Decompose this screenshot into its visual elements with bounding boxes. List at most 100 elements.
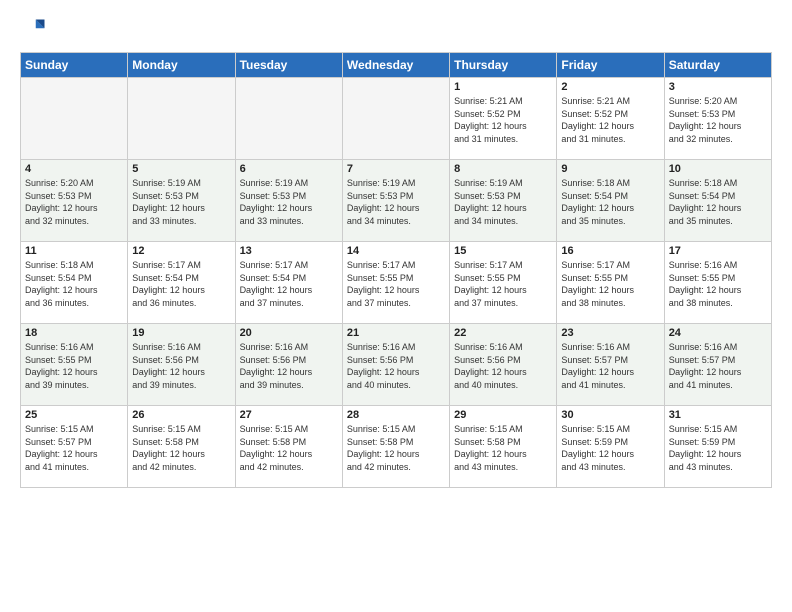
day-number: 12: [132, 245, 230, 257]
day-number: 24: [669, 327, 767, 339]
day-cell: 3 Sunrise: 5:20 AM Sunset: 5:53 PM Daylig…: [664, 78, 771, 160]
day-cell: 21 Sunrise: 5:16 AM Sunset: 5:56 PM Dayli…: [342, 324, 449, 406]
day-number: 1: [454, 81, 552, 93]
day-cell: 2Sunrise: 5:21 AM Sunset: 5:52 PM Daylig…: [557, 78, 664, 160]
day-cell: 9Sunrise: 5:18 AM Sunset: 5:54 PM Daylig…: [557, 160, 664, 242]
day-cell: 16 Sunrise: 5:17 AM Sunset: 5:55 PM Dayli…: [557, 242, 664, 324]
day-number: 22: [454, 327, 552, 339]
day-cell: 28Sunrise: 5:15 AM Sunset: 5:58 PM Dayli…: [342, 406, 449, 488]
day-cell: 14Sunrise: 5:17 AM Sunset: 5:55 PM Dayli…: [342, 242, 449, 324]
day-info: Sunrise: 5:17 AM Sunset: 5:55 PM Dayligh…: [561, 259, 659, 309]
day-cell: 23 Sunrise: 5:16 AM Sunset: 5:57 PM Dayli…: [557, 324, 664, 406]
day-cell: 24 Sunrise: 5:16 AM Sunset: 5:57 PM Dayli…: [664, 324, 771, 406]
day-number: 15: [454, 245, 552, 257]
col-header-saturday: Saturday: [664, 53, 771, 78]
day-number: 25: [25, 409, 123, 421]
day-info: Sunrise: 5:15 AM Sunset: 5:58 PM Dayligh…: [240, 423, 338, 473]
day-info: Sunrise: 5:20 AM Sunset: 5:53 PM Dayligh…: [669, 95, 767, 145]
day-info: Sunrise: 5:19 AM Sunset: 5:53 PM Dayligh…: [132, 177, 230, 227]
day-info: Sunrise: 5:16 AM Sunset: 5:57 PM Dayligh…: [561, 341, 659, 391]
day-number: 19: [132, 327, 230, 339]
day-info: Sunrise: 5:19 AM Sunset: 5:53 PM Dayligh…: [347, 177, 445, 227]
logo: [20, 16, 52, 44]
day-info: Sunrise: 5:18 AM Sunset: 5:54 PM Dayligh…: [25, 259, 123, 309]
day-cell: 19 Sunrise: 5:16 AM Sunset: 5:56 PM Dayli…: [128, 324, 235, 406]
day-number: 16: [561, 245, 659, 257]
day-number: 26: [132, 409, 230, 421]
day-cell: 25Sunrise: 5:15 AM Sunset: 5:57 PM Dayli…: [21, 406, 128, 488]
day-number: 6: [240, 163, 338, 175]
day-info: Sunrise: 5:21 AM Sunset: 5:52 PM Dayligh…: [454, 95, 552, 145]
day-number: 23: [561, 327, 659, 339]
week-row-4: 18 Sunrise: 5:16 AM Sunset: 5:55 PM Dayli…: [21, 324, 772, 406]
day-cell: 7 Sunrise: 5:19 AM Sunset: 5:53 PM Daylig…: [342, 160, 449, 242]
day-cell: 17Sunrise: 5:16 AM Sunset: 5:55 PM Dayli…: [664, 242, 771, 324]
day-info: Sunrise: 5:20 AM Sunset: 5:53 PM Dayligh…: [25, 177, 123, 227]
day-cell: 8 Sunrise: 5:19 AM Sunset: 5:53 PM Daylig…: [450, 160, 557, 242]
day-cell: 18 Sunrise: 5:16 AM Sunset: 5:55 PM Dayli…: [21, 324, 128, 406]
day-number: 21: [347, 327, 445, 339]
day-number: 14: [347, 245, 445, 257]
day-number: 29: [454, 409, 552, 421]
day-number: 3: [669, 81, 767, 93]
day-info: Sunrise: 5:16 AM Sunset: 5:56 PM Dayligh…: [347, 341, 445, 391]
day-cell: 6 Sunrise: 5:19 AM Sunset: 5:53 PM Daylig…: [235, 160, 342, 242]
day-cell: [235, 78, 342, 160]
day-number: 11: [25, 245, 123, 257]
day-number: 7: [347, 163, 445, 175]
day-info: Sunrise: 5:16 AM Sunset: 5:57 PM Dayligh…: [669, 341, 767, 391]
day-number: 27: [240, 409, 338, 421]
day-info: Sunrise: 5:15 AM Sunset: 5:59 PM Dayligh…: [669, 423, 767, 473]
day-info: Sunrise: 5:15 AM Sunset: 5:58 PM Dayligh…: [132, 423, 230, 473]
header: [20, 16, 772, 44]
day-cell: 29 Sunrise: 5:15 AM Sunset: 5:58 PM Dayli…: [450, 406, 557, 488]
day-number: 10: [669, 163, 767, 175]
col-header-wednesday: Wednesday: [342, 53, 449, 78]
day-cell: [21, 78, 128, 160]
day-info: Sunrise: 5:18 AM Sunset: 5:54 PM Dayligh…: [561, 177, 659, 227]
day-cell: 13 Sunrise: 5:17 AM Sunset: 5:54 PM Dayli…: [235, 242, 342, 324]
col-header-sunday: Sunday: [21, 53, 128, 78]
day-number: 13: [240, 245, 338, 257]
day-number: 5: [132, 163, 230, 175]
day-cell: 30 Sunrise: 5:15 AM Sunset: 5:59 PM Dayli…: [557, 406, 664, 488]
week-row-5: 25Sunrise: 5:15 AM Sunset: 5:57 PM Dayli…: [21, 406, 772, 488]
day-cell: 12Sunrise: 5:17 AM Sunset: 5:54 PM Dayli…: [128, 242, 235, 324]
logo-icon: [20, 16, 48, 44]
page: SundayMondayTuesdayWednesdayThursdayFrid…: [0, 0, 792, 612]
day-cell: [342, 78, 449, 160]
day-cell: [128, 78, 235, 160]
day-info: Sunrise: 5:17 AM Sunset: 5:55 PM Dayligh…: [454, 259, 552, 309]
header-row: SundayMondayTuesdayWednesdayThursdayFrid…: [21, 53, 772, 78]
day-cell: 27 Sunrise: 5:15 AM Sunset: 5:58 PM Dayli…: [235, 406, 342, 488]
day-number: 31: [669, 409, 767, 421]
day-number: 20: [240, 327, 338, 339]
day-cell: 11 Sunrise: 5:18 AM Sunset: 5:54 PM Dayli…: [21, 242, 128, 324]
day-cell: 15 Sunrise: 5:17 AM Sunset: 5:55 PM Dayli…: [450, 242, 557, 324]
day-info: Sunrise: 5:19 AM Sunset: 5:53 PM Dayligh…: [240, 177, 338, 227]
day-cell: 10Sunrise: 5:18 AM Sunset: 5:54 PM Dayli…: [664, 160, 771, 242]
day-info: Sunrise: 5:15 AM Sunset: 5:58 PM Dayligh…: [454, 423, 552, 473]
day-cell: 1 Sunrise: 5:21 AM Sunset: 5:52 PM Daylig…: [450, 78, 557, 160]
day-info: Sunrise: 5:16 AM Sunset: 5:55 PM Dayligh…: [25, 341, 123, 391]
day-cell: 26 Sunrise: 5:15 AM Sunset: 5:58 PM Dayli…: [128, 406, 235, 488]
day-cell: 4Sunrise: 5:20 AM Sunset: 5:53 PM Daylig…: [21, 160, 128, 242]
day-number: 17: [669, 245, 767, 257]
day-info: Sunrise: 5:16 AM Sunset: 5:56 PM Dayligh…: [454, 341, 552, 391]
week-row-2: 4Sunrise: 5:20 AM Sunset: 5:53 PM Daylig…: [21, 160, 772, 242]
day-number: 18: [25, 327, 123, 339]
day-info: Sunrise: 5:15 AM Sunset: 5:59 PM Dayligh…: [561, 423, 659, 473]
day-info: Sunrise: 5:15 AM Sunset: 5:58 PM Dayligh…: [347, 423, 445, 473]
day-number: 30: [561, 409, 659, 421]
day-cell: 5 Sunrise: 5:19 AM Sunset: 5:53 PM Daylig…: [128, 160, 235, 242]
day-cell: 22 Sunrise: 5:16 AM Sunset: 5:56 PM Dayli…: [450, 324, 557, 406]
col-header-friday: Friday: [557, 53, 664, 78]
day-cell: 20Sunrise: 5:16 AM Sunset: 5:56 PM Dayli…: [235, 324, 342, 406]
day-info: Sunrise: 5:17 AM Sunset: 5:54 PM Dayligh…: [240, 259, 338, 309]
day-info: Sunrise: 5:21 AM Sunset: 5:52 PM Dayligh…: [561, 95, 659, 145]
day-info: Sunrise: 5:19 AM Sunset: 5:53 PM Dayligh…: [454, 177, 552, 227]
calendar: SundayMondayTuesdayWednesdayThursdayFrid…: [20, 52, 772, 488]
day-number: 8: [454, 163, 552, 175]
day-info: Sunrise: 5:16 AM Sunset: 5:56 PM Dayligh…: [132, 341, 230, 391]
week-row-1: 1 Sunrise: 5:21 AM Sunset: 5:52 PM Daylig…: [21, 78, 772, 160]
